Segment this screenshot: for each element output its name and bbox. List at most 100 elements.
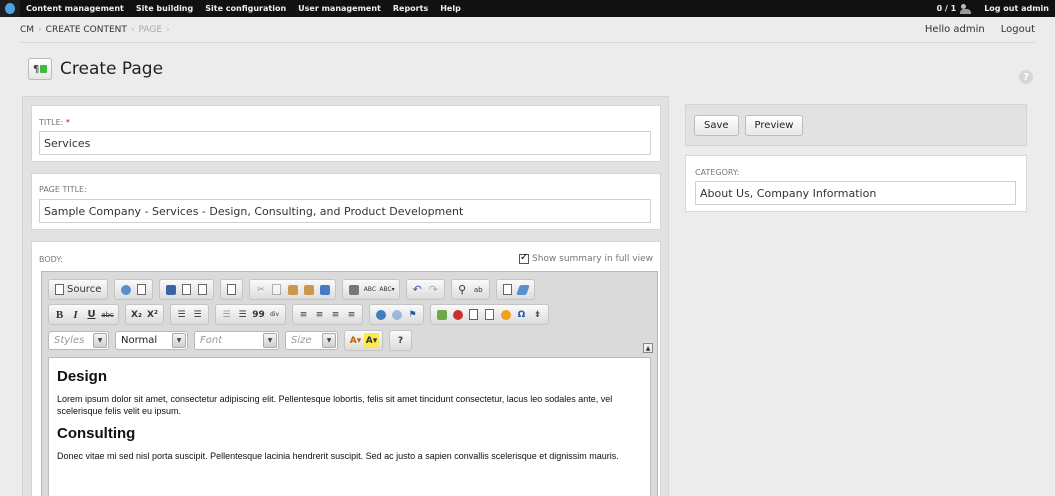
text-color-icon[interactable]: A▾ (348, 333, 363, 348)
chevron-down-icon[interactable]: ▼ (322, 333, 336, 348)
italic-button[interactable]: I (68, 307, 83, 322)
templates-icon[interactable] (224, 282, 239, 297)
table-icon[interactable] (466, 307, 481, 322)
chevron-down-icon[interactable]: ▼ (263, 333, 277, 348)
find-page-icon[interactable] (134, 282, 149, 297)
logout-link[interactable]: Logout (1001, 24, 1035, 35)
admin-menu-content-management[interactable]: Content management (20, 4, 130, 13)
replace-icon[interactable]: ab (471, 282, 486, 297)
page-title-panel: PAGE TITLE: Sample Company - Services - … (31, 173, 661, 230)
outdent-icon[interactable]: ☰ (219, 307, 234, 322)
admin-menu-reports[interactable]: Reports (387, 4, 434, 13)
collapse-toolbar-icon[interactable]: ▲ (643, 343, 653, 353)
preview-icon[interactable] (195, 282, 210, 297)
chevron-down-icon[interactable]: ▼ (172, 333, 186, 348)
styles-dropdown[interactable]: Styles ▼ (48, 331, 109, 350)
paste-word-icon[interactable] (317, 282, 332, 297)
toolbar-group-about: ? (389, 330, 412, 351)
page-header: ¶ Create Page (28, 58, 163, 80)
admin-menu-site-building[interactable]: Site building (130, 4, 199, 13)
save-button[interactable]: Save (694, 114, 739, 136)
form-actions: Save Preview (685, 104, 1027, 146)
summary-toggle[interactable]: Show summary in full view (519, 252, 653, 264)
underline-button[interactable]: U (84, 307, 99, 322)
admin-menu-help[interactable]: Help (434, 4, 467, 13)
find-icon[interactable]: ⚲ (455, 282, 470, 297)
toolbar-row-2: B I U abc X₂ X² ☰ ☰ ☰ ☰ 99 div ≡ ≡ ≡ ≡ ⚑… (48, 304, 549, 325)
new-page-icon[interactable] (179, 282, 194, 297)
page-title: Create Page (60, 59, 164, 79)
chevron-down-icon[interactable]: ▼ (93, 333, 107, 348)
numbered-list-icon[interactable]: ☰ (174, 307, 189, 322)
toolbar-group-clipboard: ✂ (249, 279, 337, 300)
admin-menu-user-management[interactable]: User management (292, 4, 387, 13)
flash-icon[interactable] (450, 307, 465, 322)
align-justify-icon[interactable]: ≡ (344, 307, 359, 322)
spellcheck-as-you-type-icon[interactable]: ABC▾ (378, 282, 395, 297)
preview-button[interactable]: Preview (744, 114, 804, 136)
indent-icon[interactable]: ☰ (235, 307, 250, 322)
select-all-icon[interactable] (500, 282, 515, 297)
category-label: CATEGORY: (695, 168, 740, 177)
pilcrow-glyph: ¶ (33, 63, 40, 75)
title-input[interactable]: Services (39, 131, 651, 155)
bulleted-list-icon[interactable]: ☰ (190, 307, 205, 322)
breadcrumb-separator-icon: › (38, 24, 42, 35)
align-center-icon[interactable]: ≡ (312, 307, 327, 322)
toolbar-group-print: ABC ABC▾ (342, 279, 400, 300)
category-panel: CATEGORY: About Us, Company Information (685, 155, 1027, 212)
background-color-icon[interactable]: A▾ (364, 333, 379, 348)
link-icon[interactable] (373, 307, 388, 322)
special-char-icon[interactable]: Ω (514, 307, 529, 322)
redo-icon[interactable]: ↷ (426, 282, 441, 297)
title-label: TITLE: * (39, 118, 70, 127)
save-icon[interactable] (163, 282, 178, 297)
print-icon[interactable] (346, 282, 361, 297)
summary-checkbox[interactable] (519, 252, 529, 264)
spellcheck-icon[interactable]: ABC (362, 282, 377, 297)
page-title-input[interactable]: Sample Company - Services - Design, Cons… (39, 199, 651, 223)
smiley-icon[interactable] (498, 307, 513, 322)
font-dropdown[interactable]: Font ▼ (194, 331, 279, 350)
source-label: Source (67, 284, 102, 295)
about-icon[interactable]: ? (393, 333, 408, 348)
rich-text-editor: Source ✂ ABC ABC▾ ↶ ↷ ⚲ ab B I U abc X₂ … (41, 271, 658, 496)
content-paragraph: Lorem ipsum dolor sit amet, consectetur … (57, 394, 613, 416)
horizontal-rule-icon[interactable] (482, 307, 497, 322)
toolbar-group-links: ⚑ (369, 304, 424, 325)
source-button[interactable]: Source (52, 282, 104, 297)
admin-menu-site-configuration[interactable]: Site configuration (199, 4, 292, 13)
create-div-icon[interactable]: div (267, 307, 282, 322)
page-break-icon[interactable]: ⇟ (530, 307, 545, 322)
bold-button[interactable]: B (52, 307, 67, 322)
user-greeting[interactable]: Hello admin (925, 24, 985, 35)
subscript-button[interactable]: X₂ (129, 307, 144, 322)
help-icon[interactable]: ? (1019, 70, 1033, 84)
remove-format-icon[interactable] (516, 282, 531, 297)
category-input[interactable]: About Us, Company Information (695, 181, 1016, 205)
strikethrough-button[interactable]: abc (100, 307, 115, 322)
image-icon[interactable] (434, 307, 449, 322)
undo-icon[interactable]: ↶ (410, 282, 425, 297)
breadcrumb-create-content[interactable]: CREATE CONTENT (46, 25, 127, 35)
toolbar-group-document (159, 279, 215, 300)
unlink-icon[interactable] (389, 307, 404, 322)
format-dropdown[interactable]: Normal ▼ (115, 331, 188, 350)
align-left-icon[interactable]: ≡ (296, 307, 311, 322)
size-dropdown[interactable]: Size ▼ (285, 331, 338, 350)
title-panel: TITLE: * Services (31, 105, 661, 162)
toolbar-group-script: X₂ X² (125, 304, 164, 325)
paste-icon[interactable] (285, 282, 300, 297)
superscript-button[interactable]: X² (145, 307, 160, 322)
paste-text-icon[interactable] (301, 282, 316, 297)
drupal-logo-icon[interactable] (0, 0, 20, 17)
admin-logout-link[interactable]: Log out admin (978, 4, 1055, 13)
blockquote-button[interactable]: 99 (251, 307, 266, 322)
breadcrumb-cm[interactable]: CM (20, 25, 34, 35)
globe-icon[interactable] (118, 282, 133, 297)
editor-content-area[interactable]: Design Lorem ipsum dolor sit amet, conse… (48, 357, 651, 496)
anchor-flag-icon[interactable]: ⚑ (405, 307, 420, 322)
cut-icon[interactable]: ✂ (253, 282, 268, 297)
copy-icon[interactable] (269, 282, 284, 297)
align-right-icon[interactable]: ≡ (328, 307, 343, 322)
